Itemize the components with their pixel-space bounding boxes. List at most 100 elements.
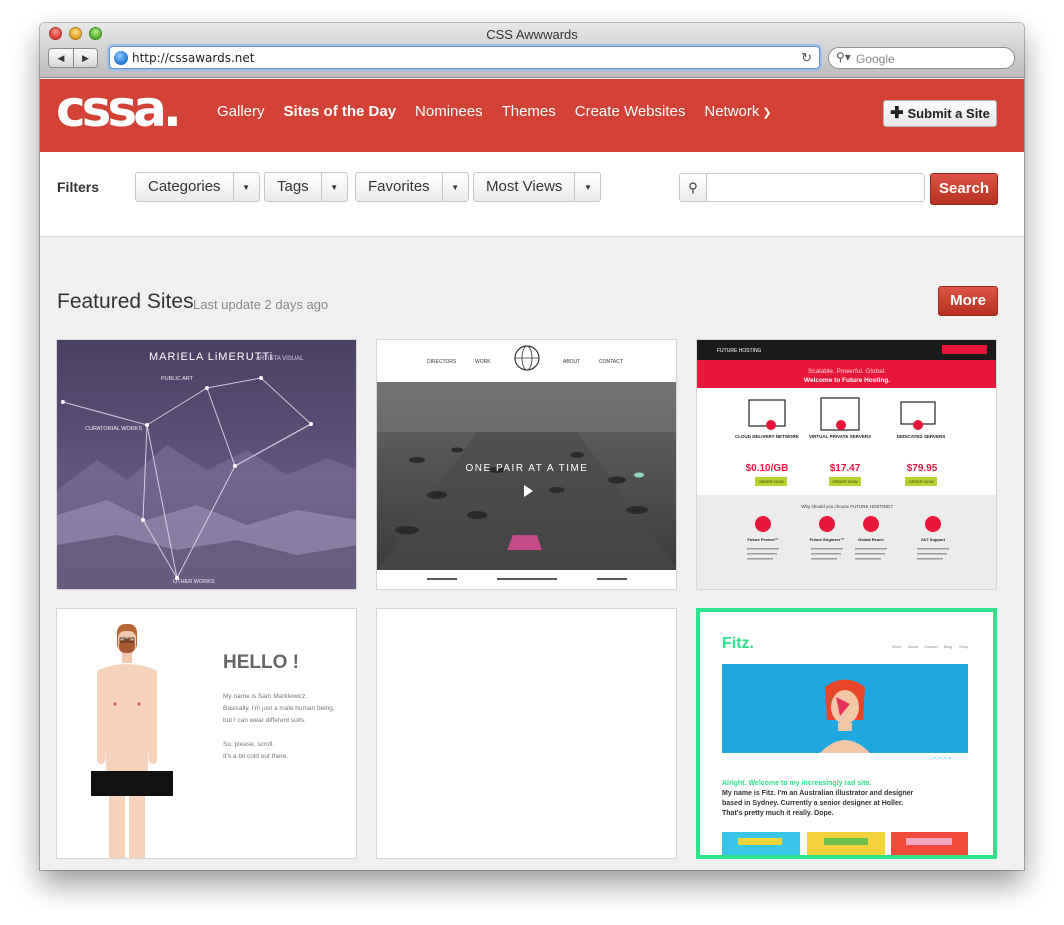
categories-label: Categories [136,173,234,201]
submit-site-button[interactable]: ✚ Submit a Site [883,100,997,127]
site-header: cssa. Gallery Sites of the Day Nominees … [40,79,1024,152]
caret-down-icon: ▼ [583,182,592,192]
hello-line-2: Basically, I'm just a male human being, [223,705,335,712]
favorites-label: Favorites [356,173,443,201]
hello-line-3: but I can wear different suits. [223,717,306,724]
hello-heading: HELLO ! [223,652,299,673]
fh-headline: Welcome to Future Hosting. [804,377,890,384]
fh-plan-2-name: VIRTUAL PRIVATE SERVERS [809,434,871,439]
filters-label: Filters [57,179,100,195]
fitz-nav-blog: Blog [944,644,952,649]
site-card-blank[interactable] [376,608,677,859]
fh-feature-1: Future Protect™ [747,537,778,542]
back-button[interactable]: ◀ [49,49,73,67]
nav-nominees[interactable]: Nominees [415,103,483,120]
fh-why: Why should you choose FUTURE HOSTING? [801,504,893,509]
nav-network-label: Network [704,103,760,120]
site-search-input[interactable] [707,174,924,201]
one-pair-headline: ONE PAIR AT A TIME [466,463,589,474]
fh-order-2: ORDER NOW [832,479,858,484]
shoe-icon [507,535,542,550]
hello-line-4: So, please, scroll. [223,741,274,748]
forward-arrow-icon: ▶ [82,52,89,63]
section-title: Featured Sites [57,290,194,313]
fh-plan-2-price: $17.47 [830,463,861,474]
plus-icon: ✚ [890,104,904,122]
fitz-body-3: That's pretty much it really. Dope. [722,810,834,817]
fh-plan-1-name: CLOUD DELIVERY NETWORK [735,434,800,439]
fitz-body-2: based in Sydney. Currently a senior desi… [722,800,903,807]
fitz-nav-work: Work [892,644,901,649]
future-hosting-thumbnail: FUTURE HOSTING Scalable. Powerful. Globa… [697,340,996,589]
categories-dropdown[interactable]: Categories ▼ [135,172,260,202]
chevron-down-icon: ❯ [762,107,772,119]
fitz-brand: Fitz. [722,635,754,652]
more-button[interactable]: More [938,286,998,316]
fh-feature-3: Global Reach [858,537,884,542]
fh-brand: FUTURE HOSTING [717,348,762,354]
fh-plan-1-price: $0.10/GB [746,463,789,474]
fh-tagline: Scalable. Powerful. Global. [808,368,886,375]
fh-feature-2: Future Engineer™ [810,537,845,542]
censor-bar [91,771,173,796]
site-card-mariela[interactable]: MARIELA LiMERUTTi ARTISTA VISUAL PUBLIC … [56,339,357,590]
nav-themes[interactable]: Themes [502,103,556,120]
caret-down-icon: ▼ [330,182,339,192]
caret-down-icon: ▼ [242,182,250,192]
featured-section: Featured Sites Last update 2 days ago Mo… [40,237,1024,870]
browser-search-placeholder: Google [856,52,895,66]
tags-label: Tags [265,173,322,201]
site-card-fitz[interactable]: Fitz. Work About Contact Blog Shop Alrig… [696,608,997,859]
mariela-tagline: ARTISTA VISUAL [256,356,304,362]
forward-button[interactable]: ▶ [72,49,97,67]
most-views-dropdown[interactable]: Most Views ▼ [473,172,602,202]
one-pair-thumbnail: DIRECTORS WORK ABOUT CONTACT ONE PAIR AT… [377,340,676,589]
mariela-brand: MARIELA LiMERUTTi [149,351,273,363]
nav-sites-of-the-day[interactable]: Sites of the Day [284,103,397,120]
fitz-nav-contact: Contact [924,644,939,649]
mariela-label-curatorial: CURATORIAL WORKS [85,426,142,432]
fitz-green-line: Alright. Welcome to my increasingly rad … [722,780,871,787]
hello-line-1: My name is Sam Marklewicz. [223,693,307,700]
tags-dropdown[interactable]: Tags ▼ [264,172,348,202]
op-nav-directors: DIRECTORS [427,359,457,365]
search-button[interactable]: Search [930,173,998,205]
op-nav-about: ABOUT [563,359,580,365]
search-icon: ⚲▾ [836,50,851,64]
browser-window: CSS Awwwards ◀ ▶ http://cssawards.net ↻ … [40,23,1024,870]
mariela-label-other: OTHER WORKS [173,579,215,585]
site-card-future-hosting[interactable]: FUTURE HOSTING Scalable. Powerful. Globa… [696,339,997,590]
nav-create-websites[interactable]: Create Websites [575,103,686,120]
hello-line-5: It's a bit cold out there. [223,753,288,760]
mariela-label-public-art: PUBLIC ART [161,376,194,382]
fh-plan-3-price: $79.95 [907,463,938,474]
favorites-dropdown[interactable]: Favorites ▼ [355,172,469,202]
fitz-nav-about: About [908,644,919,649]
main-nav: Gallery Sites of the Day Nominees Themes… [217,103,791,120]
site-card-hello[interactable]: HELLO ! My name is Sam Marklewicz. Basic… [56,608,357,859]
site-logo[interactable]: cssa. [56,80,182,138]
site-card-one-pair[interactable]: DIRECTORS WORK ABOUT CONTACT ONE PAIR AT… [376,339,677,590]
fitz-body-1: My name is Fitz. I'm an Australian illus… [722,790,914,797]
address-bar[interactable]: http://cssawards.net ↻ [109,46,820,69]
window-title: CSS Awwwards [486,27,578,42]
op-nav-contact: CONTACT [599,359,623,365]
nav-network[interactable]: Network ❯ [704,103,771,120]
most-views-label: Most Views [474,173,576,201]
reload-icon[interactable]: ↻ [801,50,812,66]
fh-plan-3-name: DEDICATED SERVERS [897,434,946,439]
history-buttons: ◀ ▶ [48,48,98,68]
nav-gallery[interactable]: Gallery [217,103,265,120]
browser-search-field[interactable]: ⚲▾ Google [828,47,1015,69]
fh-order-3: ORDER NOW [908,479,934,484]
fh-order-1: ORDER NOW [758,479,784,484]
browser-toolbar: CSS Awwwards ◀ ▶ http://cssawards.net ↻ … [40,23,1024,78]
globe-icon [114,51,128,65]
fitz-thumbnail: Fitz. Work About Contact Blog Shop Alrig… [700,612,993,855]
op-nav-work: WORK [475,359,491,365]
submit-site-label: Submit a Site [907,106,990,121]
mariela-thumbnail: MARIELA LiMERUTTi ARTISTA VISUAL PUBLIC … [57,340,356,589]
fitz-nav-shop: Shop [959,644,969,649]
caret-down-icon: ▼ [451,182,460,192]
url-text[interactable]: http://cssawards.net [132,51,254,65]
